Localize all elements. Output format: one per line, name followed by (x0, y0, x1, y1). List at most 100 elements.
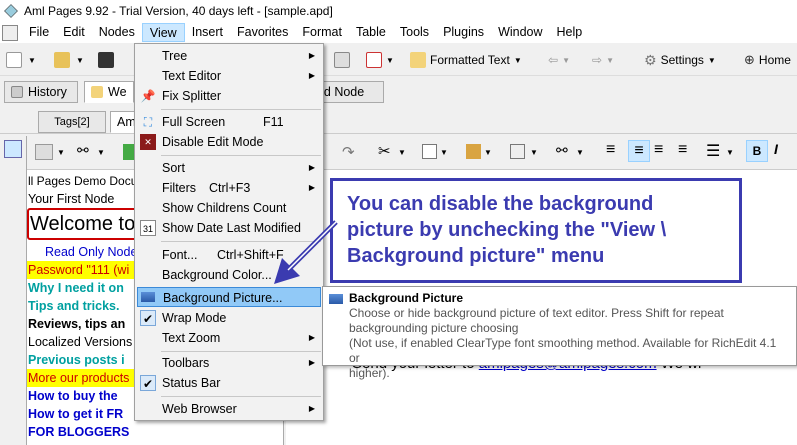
menu-item-full-screen[interactable]: ⛶ Full Screen F11 (137, 112, 321, 132)
submenu-arrow-icon: ▶ (308, 183, 315, 192)
menu-table[interactable]: Table (349, 23, 393, 42)
menu-item-label: Full Screen (162, 115, 226, 129)
tags-button[interactable]: Tags[2] (38, 111, 106, 133)
chevron-down-icon[interactable]: ▼ (440, 148, 448, 157)
preview-button[interactable] (334, 49, 350, 71)
copy-icon[interactable] (422, 144, 437, 159)
binoculars-icon[interactable]: ⚯ (556, 142, 568, 159)
document-icon[interactable] (2, 24, 18, 41)
tab-history[interactable]: History (4, 81, 78, 103)
menu-favorites[interactable]: Favorites (230, 23, 295, 42)
menu-item-background-picture[interactable]: Background Picture... (137, 287, 321, 307)
picture-icon (141, 292, 155, 302)
new-document-icon (6, 52, 22, 68)
chevron-down-icon[interactable]: ▼ (97, 148, 105, 157)
open-button[interactable] (54, 49, 70, 71)
menu-item-text-editor[interactable]: Text Editor ▶ (137, 66, 321, 86)
home-icon: ⊕ (744, 52, 755, 67)
disable-edit-icon: ✕ (140, 134, 156, 150)
tooltip-background-picture: Background Picture Choose or hide backgr… (322, 286, 797, 380)
tree-item[interactable]: Password "111 (wi (27, 261, 137, 279)
menu-tools[interactable]: Tools (393, 23, 436, 42)
menu-item-disable-edit-mode[interactable]: ✕ Disable Edit Mode (137, 132, 321, 152)
menu-item-status-bar[interactable]: ✔ Status Bar (137, 373, 321, 393)
align-center-icon[interactable]: ≡ (628, 140, 650, 162)
menu-separator (161, 351, 321, 352)
tree-item[interactable]: More our products (27, 369, 137, 387)
settings-button[interactable]: ⚙ Settings ▼ (644, 49, 716, 71)
cut-icon[interactable]: ✂ (378, 142, 391, 160)
menu-item-web-browser[interactable]: Web Browser ▶ (137, 399, 321, 419)
menu-item-label: Status Bar (162, 376, 221, 390)
menu-item-wrap-mode[interactable]: ✔ Wrap Mode (137, 308, 321, 328)
new-button[interactable] (6, 49, 22, 71)
title-bar: Aml Pages 9.92 - Trial Version, 40 days … (0, 0, 797, 22)
align-right-icon[interactable]: ≡ (654, 141, 663, 159)
back-button[interactable]: ⇦ ▼ (548, 49, 570, 71)
window-title: Aml Pages 9.92 - Trial Version, 40 days … (24, 4, 333, 18)
menu-window[interactable]: Window (491, 23, 549, 42)
menu-item-toolbars[interactable]: Toolbars ▶ (137, 353, 321, 373)
callout-arrow (274, 220, 338, 284)
left-sidebar (0, 136, 26, 445)
chevron-down-icon[interactable]: ▼ (57, 148, 65, 157)
bold-icon[interactable]: B (746, 140, 768, 162)
menu-item-fix-splitter[interactable]: 📌 Fix Splitter (137, 86, 321, 106)
menu-item-text-zoom[interactable]: Text Zoom ▶ (137, 328, 321, 348)
menu-item-tree[interactable]: Tree ▶ (137, 46, 321, 66)
redo-icon[interactable]: ↷ (342, 143, 355, 161)
justify-icon[interactable]: ≡ (678, 141, 687, 159)
save-button[interactable] (98, 49, 114, 71)
picture-icon (329, 294, 343, 304)
chevron-down-icon[interactable]: ▼ (398, 148, 406, 157)
home-label: Home (758, 53, 791, 67)
forward-button[interactable]: ⇨ ▼ (592, 49, 614, 71)
menu-plugins[interactable]: Plugins (436, 23, 491, 42)
italic-icon[interactable]: I (774, 141, 778, 157)
binoculars-icon[interactable]: ⚯ (77, 142, 89, 159)
menu-file[interactable]: File (22, 23, 56, 42)
formatted-text-button[interactable]: Formatted Text ▼ (410, 49, 522, 71)
tag-bar: Tags[2] Am (0, 106, 797, 134)
pin-icon: 📌 (140, 89, 156, 103)
folder-icon (54, 52, 70, 68)
menu-insert[interactable]: Insert (185, 23, 230, 42)
pin-icon[interactable] (4, 140, 22, 158)
menu-item-show-children-count[interactable]: Show Childrens Count (137, 198, 321, 218)
editor-toolbar: ↷ ✂ ▼ ▼ ▼ ▼ ⚯ ▼ ≡ ≡ ≡ ≡ ☰ ▼ B I (286, 136, 797, 170)
calendar-button[interactable]: ▼ (366, 49, 394, 71)
menu-help[interactable]: Help (550, 23, 590, 42)
chevron-down-icon[interactable]: ▼ (576, 148, 584, 157)
tooltip-title: Background Picture (349, 291, 464, 305)
new-dropdown[interactable]: ▼ (28, 49, 36, 71)
menu-bar: File Edit Nodes View Insert Favorites Fo… (0, 22, 797, 43)
bullets-icon[interactable]: ☰ (706, 141, 720, 161)
submenu-arrow-icon: ▶ (308, 163, 315, 172)
menu-item-filters[interactable]: Filters Ctrl+F3 ▶ (137, 178, 321, 198)
checkmark-icon: ✔ (140, 375, 156, 391)
format-painter-icon[interactable] (510, 144, 525, 159)
menu-item-label: Sort (162, 161, 185, 175)
chevron-down-icon[interactable]: ▼ (530, 148, 538, 157)
tab-am[interactable]: Am (110, 111, 136, 133)
menu-item-sort[interactable]: Sort ▶ (137, 158, 321, 178)
tab-am-label: Am (117, 115, 136, 129)
open-dropdown[interactable]: ▼ (76, 49, 84, 71)
fullscreen-icon: ⛶ (143, 115, 153, 129)
tab-welcome[interactable]: We (84, 81, 134, 103)
menu-edit[interactable]: Edit (56, 23, 92, 42)
shortcut-label: Ctrl+F3 (209, 181, 251, 195)
chevron-down-icon[interactable]: ▼ (726, 148, 734, 157)
menu-nodes[interactable]: Nodes (92, 23, 142, 42)
align-left-icon[interactable]: ≡ (606, 141, 615, 159)
menu-view[interactable]: View (141, 23, 185, 42)
menu-item-label: Filters (162, 181, 197, 195)
tab-history-label: History (28, 85, 67, 99)
tree-item[interactable]: FOR BLOGGERS (27, 423, 285, 441)
chevron-down-icon[interactable]: ▼ (484, 148, 492, 157)
numbering-icon[interactable] (35, 144, 53, 160)
menu-item-label: Show Childrens Count (162, 201, 287, 215)
home-button[interactable]: ⊕ Home (744, 49, 791, 71)
menu-format[interactable]: Format (295, 23, 349, 42)
paste-icon[interactable] (466, 144, 481, 159)
